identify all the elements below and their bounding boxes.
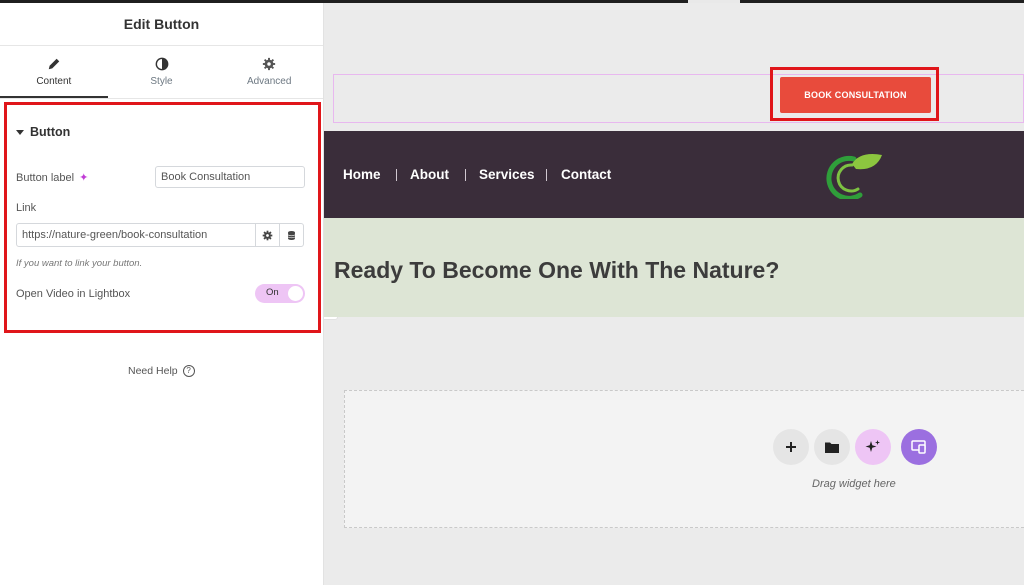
toggle-knob bbox=[288, 286, 303, 301]
responsive-mode-button[interactable] bbox=[901, 429, 937, 465]
database-icon bbox=[287, 230, 296, 240]
nav-item-home[interactable]: Home bbox=[343, 167, 381, 182]
lightbox-toggle[interactable]: On bbox=[255, 284, 305, 303]
nav-divider bbox=[546, 169, 547, 181]
tab-advanced[interactable]: Advanced bbox=[215, 47, 323, 98]
panel-title: Edit Button bbox=[0, 3, 323, 46]
button-label-input[interactable] bbox=[155, 166, 305, 188]
add-template-button[interactable] bbox=[814, 429, 850, 465]
tab-style-label: Style bbox=[150, 76, 173, 87]
nav-item-contact[interactable]: Contact bbox=[561, 167, 611, 182]
link-hint: If you want to link your button. bbox=[16, 258, 143, 269]
gear-icon bbox=[263, 57, 276, 71]
gear-icon bbox=[262, 230, 273, 240]
section-header-button[interactable]: Button bbox=[16, 125, 70, 139]
lightbox-label: Open Video in Lightbox bbox=[16, 288, 131, 300]
hero-section: Ready To Become One With The Nature? bbox=[324, 218, 1024, 317]
top-bar-tab[interactable] bbox=[688, 0, 740, 3]
caret-down-icon bbox=[16, 129, 24, 135]
sparkle-icon bbox=[865, 440, 880, 452]
button-label-text: Button label bbox=[16, 172, 75, 184]
ai-generate-button[interactable] bbox=[855, 429, 891, 465]
site-navbar: Home About Services Contact bbox=[324, 131, 1024, 218]
book-consultation-button[interactable]: BOOK CONSULTATION bbox=[780, 77, 931, 113]
link-url-input[interactable] bbox=[16, 223, 256, 247]
folder-icon bbox=[825, 442, 839, 453]
need-help-text: Need Help bbox=[128, 365, 178, 377]
drag-widget-text: Drag widget here bbox=[812, 478, 896, 490]
question-circle-icon: ? bbox=[182, 365, 195, 377]
section-title: Button bbox=[30, 125, 71, 139]
link-options-button[interactable] bbox=[255, 223, 280, 247]
plus-icon bbox=[786, 442, 796, 452]
nav-divider bbox=[396, 169, 397, 181]
dynamic-tags-button[interactable] bbox=[279, 223, 304, 247]
nav-divider bbox=[465, 169, 466, 181]
link-field-label: Link bbox=[16, 202, 37, 214]
nav-item-about[interactable]: About bbox=[410, 167, 449, 182]
panel-tabs: Content Style Advanced bbox=[0, 47, 323, 99]
tab-advanced-label: Advanced bbox=[246, 76, 292, 87]
add-section-button[interactable] bbox=[773, 429, 809, 465]
need-help-link[interactable]: Need Help ? bbox=[128, 365, 195, 377]
hero-title: Ready To Become One With The Nature? bbox=[334, 257, 780, 283]
leaf-logo-icon[interactable] bbox=[826, 151, 884, 199]
ai-sparkle-icon[interactable]: ✦ bbox=[79, 171, 88, 184]
nav-item-services[interactable]: Services bbox=[479, 167, 535, 182]
pencil-icon bbox=[48, 58, 60, 70]
tab-content-label: Content bbox=[36, 76, 72, 87]
button-label-field-label: Button label ✦ bbox=[16, 171, 88, 184]
tab-content[interactable]: Content bbox=[0, 47, 108, 98]
half-circle-icon bbox=[155, 57, 168, 71]
devices-icon bbox=[911, 440, 926, 454]
tab-style[interactable]: Style bbox=[108, 47, 216, 98]
toggle-text: On bbox=[266, 287, 279, 298]
